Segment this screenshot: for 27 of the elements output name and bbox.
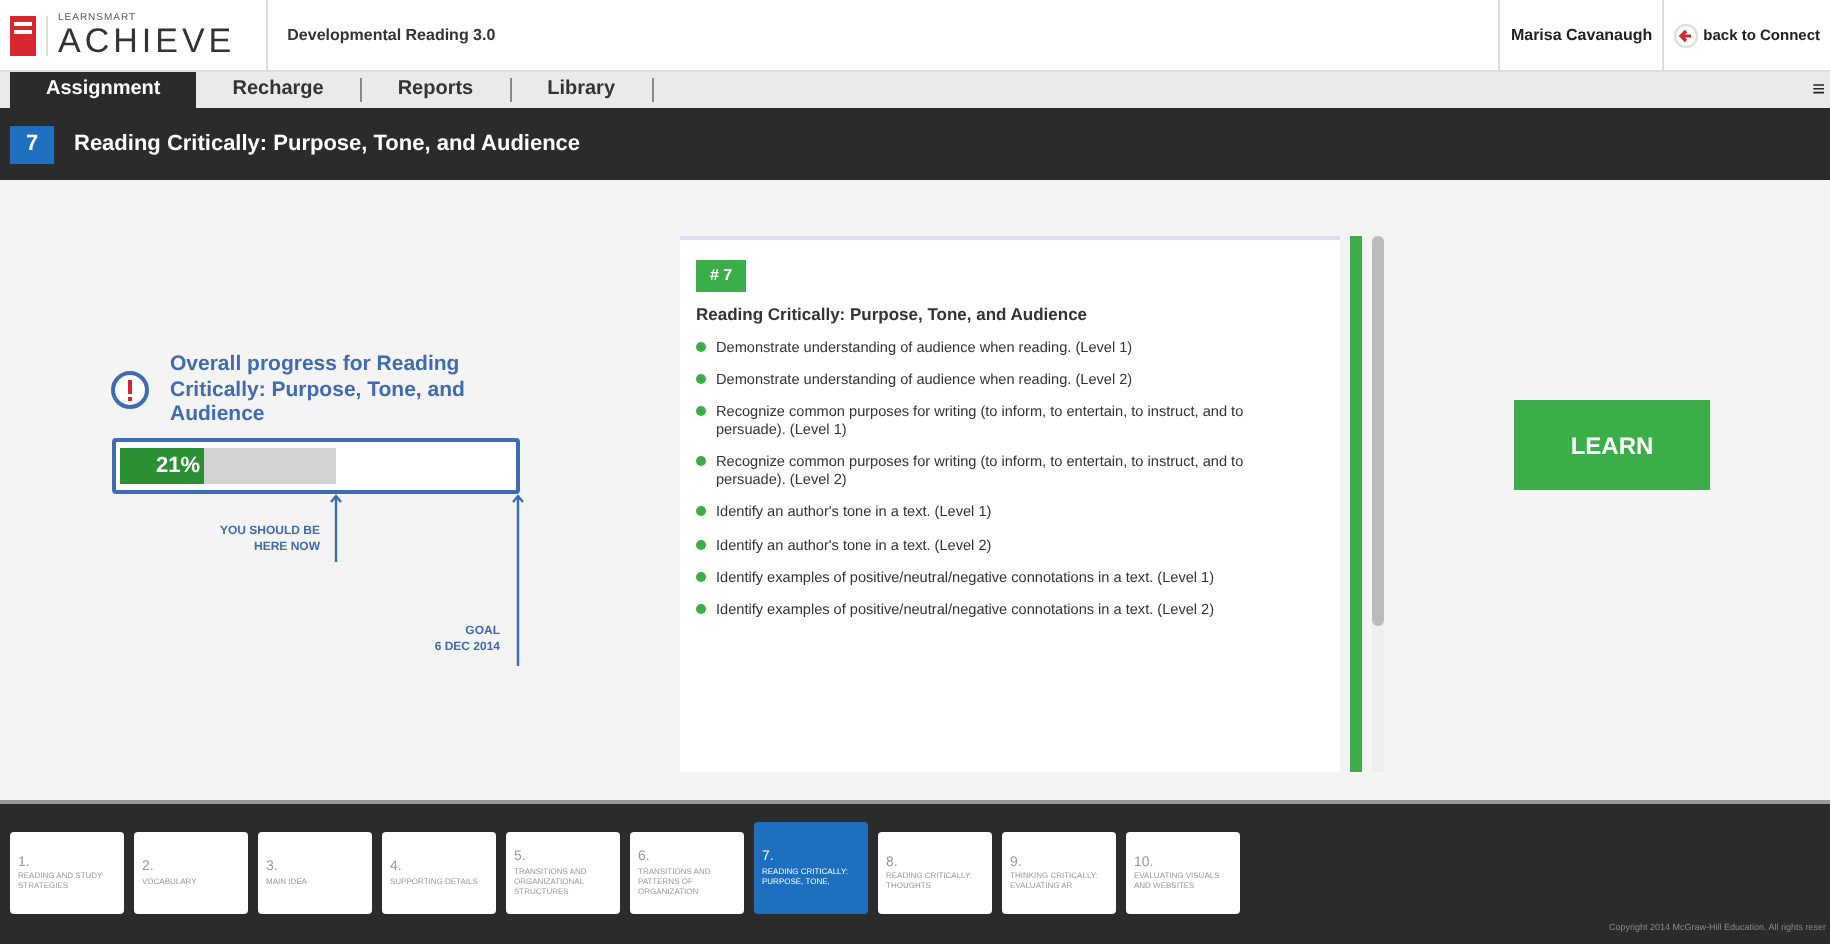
nav-tab[interactable]: Assignment <box>10 72 197 108</box>
back-arrow-icon[interactable] <box>1674 23 1699 47</box>
progress-fill: 21% <box>120 447 204 484</box>
learn-button[interactable]: LEARN <box>1514 400 1710 490</box>
nav-tab[interactable]: Reports <box>361 72 510 108</box>
menu-icon[interactable]: ≡ <box>1812 73 1825 107</box>
objectives-title: Reading Critically: Purpose, Tone, and Audience <box>696 302 1090 328</box>
chapter-number: 7 <box>10 125 54 163</box>
warning-icon <box>110 369 150 410</box>
progress-heading: Overall progress for Reading Critically: Purpose, Tone, and Audience <box>170 352 467 428</box>
bullet-icon <box>696 341 706 352</box>
page-title: Reading Critically: Purpose, Tone, and Audience <box>74 129 581 160</box>
bullet-icon <box>696 456 706 467</box>
nav-tab[interactable]: Recharge <box>196 72 360 108</box>
course-title: Developmental Reading 3.0 <box>287 23 496 47</box>
bullet-icon <box>696 603 706 614</box>
scrollbar[interactable] <box>1372 236 1384 772</box>
bullet-icon <box>696 405 706 416</box>
bullet-icon <box>696 506 706 517</box>
bullet-icon <box>696 539 706 550</box>
bullet-icon <box>696 571 706 582</box>
brand-logo: ACHIEVE <box>58 23 236 57</box>
nav-tab[interactable]: Library <box>511 72 652 108</box>
user-name: Marisa Cavanaugh <box>1508 23 1655 47</box>
objective-number-badge: # 7 <box>696 260 747 292</box>
bullet-icon <box>696 373 706 384</box>
publisher-logo-icon <box>10 15 36 55</box>
